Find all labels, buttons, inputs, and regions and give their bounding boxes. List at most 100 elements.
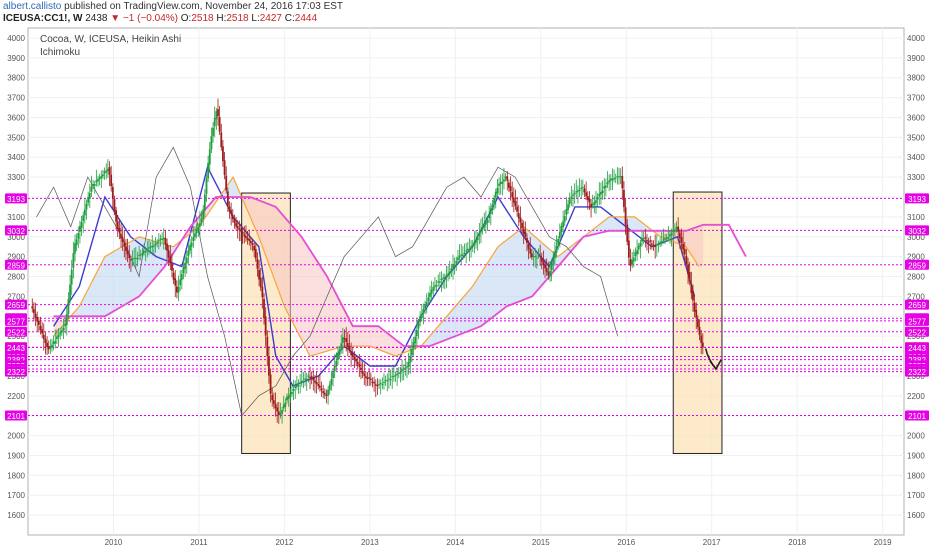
candle-body: [111, 187, 114, 199]
candle-body: [264, 316, 267, 336]
candle-body: [217, 109, 219, 117]
candle-body: [531, 253, 533, 258]
close-value: 2444: [294, 13, 318, 24]
candle-body: [453, 264, 456, 267]
candle-body: [379, 382, 382, 384]
cloud-segment: [485, 259, 490, 323]
cloud-segment: [459, 296, 464, 335]
candle-body: [636, 250, 638, 255]
level-tag-right-text: 2577: [908, 317, 926, 326]
candle-body: [72, 253, 75, 268]
candle-body: [366, 377, 369, 380]
candle-body: [682, 243, 685, 250]
candle-body: [80, 222, 83, 228]
candle-body: [210, 136, 213, 150]
candle-body: [450, 268, 453, 272]
candle-body: [511, 192, 514, 198]
publish-line: albert.callisto published on TradingView…: [3, 1, 343, 12]
candle-body: [343, 338, 346, 340]
candle-body: [312, 378, 315, 381]
candle-body: [562, 221, 565, 228]
cloud-segment: [532, 234, 537, 297]
candle-body: [246, 237, 249, 240]
candle-body: [240, 229, 242, 232]
candle-body: [87, 197, 90, 203]
last-price: 2438: [85, 13, 108, 24]
candle-body: [484, 221, 487, 225]
candle-body: [318, 385, 321, 388]
candle-body: [503, 179, 505, 182]
chart-legend: Cocoa, W, ICEUSA, Heikin Ashi Ichimoku: [40, 33, 181, 59]
candle-body: [341, 337, 344, 343]
candle-body: [149, 246, 152, 248]
candle-body: [226, 191, 229, 207]
candle-body: [345, 338, 348, 343]
candle-body: [522, 228, 525, 234]
y-tick-label-right: 3300: [907, 173, 925, 182]
candle-body: [108, 167, 111, 175]
author-link[interactable]: albert.callisto: [3, 1, 61, 12]
candle-body: [552, 257, 555, 264]
candle-body: [235, 222, 237, 227]
candle-body: [567, 204, 569, 210]
y-tick-label-right: 4000: [907, 34, 925, 43]
candle-body: [596, 197, 599, 200]
candle-body: [604, 185, 607, 188]
low-value: 2427: [259, 13, 282, 24]
candle-body: [401, 369, 403, 371]
candle-body: [402, 368, 405, 370]
candle-body: [236, 225, 239, 229]
candle-body: [248, 238, 251, 241]
cloud-segment: [284, 216, 289, 315]
candle-body: [693, 302, 696, 312]
symbol-label[interactable]: ICEUSA:CC1!, W: [3, 13, 82, 24]
candle-body: [299, 382, 302, 384]
candle-body: [292, 388, 295, 391]
candle-body: [606, 182, 609, 185]
candle-body: [118, 228, 121, 233]
candle-body: [435, 284, 438, 287]
candle-body: [57, 334, 60, 338]
cloud-segment: [100, 256, 105, 317]
candle-body: [489, 208, 492, 215]
level-tag-right-text: 3193: [908, 195, 926, 204]
candle-body: [396, 373, 399, 376]
candle-body: [291, 392, 293, 394]
y-tick-label-left: 1800: [7, 471, 25, 480]
candle-body: [151, 246, 154, 248]
cloud-segment: [510, 233, 516, 305]
candle-body: [300, 380, 303, 382]
y-tick-label-left: 1600: [7, 511, 25, 520]
candle-body: [269, 374, 272, 394]
candle-body: [660, 241, 663, 243]
candle-body: [199, 222, 201, 227]
candle-body: [51, 344, 53, 348]
candle-body: [62, 327, 65, 331]
candle-body: [374, 384, 377, 386]
candle-body: [208, 149, 211, 165]
candle-body: [534, 255, 537, 257]
candle-body: [414, 336, 417, 344]
candle-body: [463, 252, 466, 255]
candle-body: [394, 374, 397, 376]
candle-body: [627, 240, 630, 258]
candle-body: [409, 356, 412, 363]
candle-body: [680, 237, 683, 244]
y-tick-label-left: 1900: [7, 451, 25, 460]
candle-body: [542, 261, 545, 266]
candle-body: [143, 251, 145, 253]
candle-body: [302, 381, 305, 383]
candle-body: [616, 175, 619, 177]
candle-body: [657, 243, 660, 246]
indicator-title[interactable]: Ichimoku: [40, 46, 181, 59]
candle-body: [460, 254, 463, 256]
candle-body: [176, 286, 178, 293]
candle-body: [314, 380, 316, 383]
candle-body: [65, 313, 68, 326]
cloud-segment: [374, 326, 379, 350]
y-tick-label-right: 3500: [907, 133, 925, 142]
candle-body: [161, 238, 164, 241]
high-value: 2518: [226, 13, 249, 24]
y-tick-label-left: 3100: [7, 213, 25, 222]
candle-body: [276, 407, 279, 412]
